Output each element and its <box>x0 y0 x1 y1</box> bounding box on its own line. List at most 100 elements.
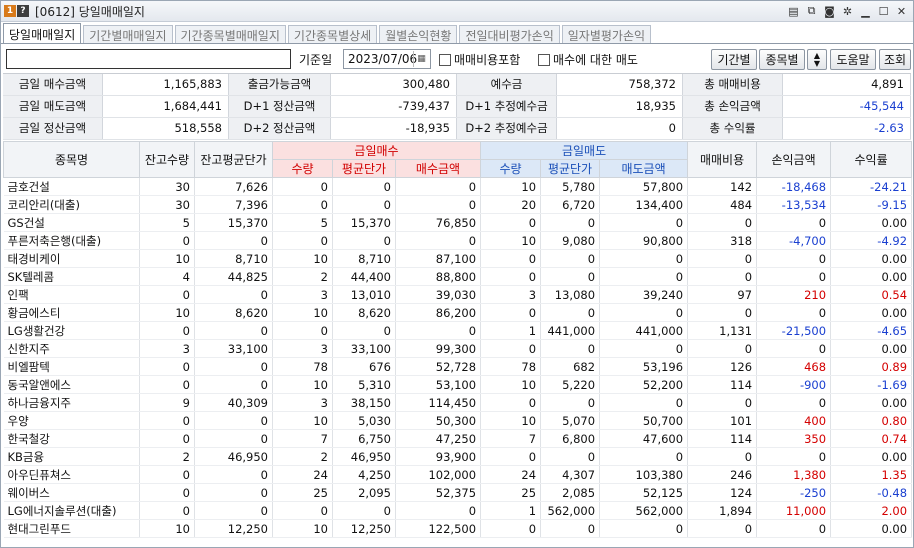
summary-panel: 금일 매수금액 1,165,883 출금가능금액 300,480 예수금 758… <box>3 73 911 140</box>
cell-pnl: 0 <box>756 393 832 412</box>
cell-fee: 114 <box>687 375 758 394</box>
trade-table: 종목명 잔고수량 잔고평균단가 금일매수 금일매도 매매비용 손익금액 수익률 … <box>3 141 913 538</box>
cell-name: 코리안리(대출) <box>3 195 140 214</box>
cell-name: 한국철강 <box>3 429 140 448</box>
cell-buy-avg: 676 <box>332 357 396 376</box>
sell-for-buy-label: 매수에 대한 매도 <box>553 53 638 67</box>
cell-sell-avg: 682 <box>540 357 601 376</box>
table-row[interactable]: 푸른저축은행(대출) 0 0 0 0 0 10 9,080 90,800 318 -4,700 -4.… <box>3 231 913 250</box>
date-field[interactable]: 2023/07/06 ▦ <box>343 49 431 69</box>
tab-period-item-detail[interactable]: 기간종목별상세 <box>287 25 378 44</box>
summary-value: 18,935 <box>557 96 683 117</box>
col-pnl[interactable]: 손익금액 <box>756 141 832 178</box>
cell-fee: 124 <box>687 483 758 502</box>
cell-sell-avg: 6,720 <box>540 195 601 214</box>
settings-icon[interactable]: ✲ <box>840 3 855 19</box>
col-sell-amt[interactable]: 매도금액 <box>599 159 689 178</box>
tab-monthly-pnl[interactable]: 월별손익현황 <box>379 25 458 44</box>
cell-sell-qty: 10 <box>480 411 542 430</box>
table-row[interactable]: 한국철강 0 0 7 6,750 47,250 7 6,800 47,600 114 350 0.74 <box>3 429 913 448</box>
account-input[interactable] <box>6 49 291 69</box>
cell-buy-qty: 10 <box>272 249 333 268</box>
cell-fee: 484 <box>687 195 758 214</box>
sell-for-buy-checkbox[interactable]: 매수에 대한 매도 <box>538 51 638 68</box>
table-row[interactable]: LG생활건강 0 0 0 0 0 1 441,000 441,000 1,131 -21,500 -4… <box>3 321 913 340</box>
cell-sell-amt: 103,380 <box>599 465 689 484</box>
cell-buy-amt: 88,800 <box>395 267 482 286</box>
col-rate[interactable]: 수익률 <box>830 141 913 178</box>
col-hold-avg[interactable]: 잔고평균단가 <box>194 141 273 178</box>
col-sell-qty[interactable]: 수량 <box>480 159 542 178</box>
cell-sell-avg: 5,070 <box>540 411 601 430</box>
summary-row: 금일 매수금액 1,165,883 출금가능금액 300,480 예수금 758… <box>3 74 911 96</box>
help-badge[interactable]: ? <box>17 5 29 17</box>
table-row[interactable]: 동국알앤에스 0 0 10 5,310 53,100 10 5,220 52,200 114 -90… <box>3 375 913 394</box>
table-row[interactable]: 태경비케이 10 8,710 10 8,710 87,100 0 0 0 0 0 0.00 <box>3 249 913 268</box>
cell-fee: 0 <box>687 447 758 466</box>
table-row[interactable]: 비엘팜텍 0 0 78 676 52,728 78 682 53,196 126 468 0.89 <box>3 357 913 376</box>
table-row[interactable]: 우양 0 0 10 5,030 50,300 10 5,070 50,700 101 400 0.80 <box>3 411 913 430</box>
cell-sell-qty: 10 <box>480 375 542 394</box>
col-buy-qty[interactable]: 수량 <box>272 159 333 178</box>
table-row[interactable]: GS건설 5 15,370 5 15,370 76,850 0 0 0 0 0 0.00 <box>3 213 913 232</box>
table-row[interactable]: 금호건설 30 7,626 0 0 0 10 5,780 57,800 142 -18,468 -24… <box>3 177 913 196</box>
calendar-icon[interactable]: ▦ <box>413 51 429 67</box>
cell-hold-avg: 0 <box>194 321 273 340</box>
col-hold-qty[interactable]: 잔고수량 <box>139 141 195 178</box>
camera-icon[interactable]: ◙ <box>822 3 837 19</box>
maximize-icon[interactable]: ☐ <box>876 3 891 19</box>
table-row[interactable]: 현대그린푸드 10 12,250 10 12,250 122,500 0 0 0 0 0 0.00 <box>3 519 913 538</box>
memo-icon[interactable]: ▤ <box>786 3 801 19</box>
checkbox-box[interactable] <box>538 53 550 66</box>
cell-fee: 1,131 <box>687 321 758 340</box>
include-fee-checkbox[interactable]: 매매비용포함 <box>439 51 520 68</box>
item-button[interactable]: 종목별 <box>759 49 805 70</box>
tab-period-item-journal[interactable]: 기간종목별매매일지 <box>174 25 286 44</box>
window-number-badge[interactable]: 1 <box>4 5 16 17</box>
col-name[interactable]: 종목명 <box>3 141 140 178</box>
tab-daily-journal[interactable]: 당일매매일지 <box>3 23 82 44</box>
query-button[interactable]: 조회 <box>879 49 911 70</box>
table-row[interactable]: 황금에스티 10 8,620 10 8,620 86,200 0 0 0 0 0 0.00 <box>3 303 913 322</box>
updown-spinner-icon[interactable]: ▲ ▼ <box>807 49 827 70</box>
cell-hold-qty: 0 <box>139 411 195 430</box>
cell-hold-avg: 7,396 <box>194 195 273 214</box>
period-button[interactable]: 기간별 <box>711 49 757 70</box>
cell-sell-qty: 0 <box>480 339 542 358</box>
minimize-icon[interactable]: ▁ <box>858 3 873 19</box>
table-row[interactable]: 코리안리(대출) 30 7,396 0 0 0 20 6,720 134,400 484 -13,5… <box>3 195 913 214</box>
col-buy-avg[interactable]: 평균단가 <box>332 159 396 178</box>
cell-sell-qty: 10 <box>480 231 542 250</box>
col-buy-amt[interactable]: 매수금액 <box>394 159 482 178</box>
table-row[interactable]: SK텔레콤 4 44,825 2 44,400 88,800 0 0 0 0 0 0.00 <box>3 267 913 286</box>
table-row[interactable]: 웨이버스 0 0 25 2,095 52,375 25 2,085 52,125 124 -250-… <box>3 483 913 502</box>
help-button[interactable]: 도움말 <box>830 49 876 70</box>
cell-buy-avg: 12,250 <box>332 519 396 538</box>
cell-name: LG에너지솔루션(대출) <box>3 501 140 520</box>
table-row[interactable]: KB금융 2 46,950 2 46,950 93,900 0 0 0 0 0 0.00 <box>3 447 913 466</box>
tab-prev-day-pnl[interactable]: 전일대비평가손익 <box>459 25 560 44</box>
cell-buy-qty: 3 <box>272 285 333 304</box>
tab-daily-valuation[interactable]: 일자별평가손익 <box>561 25 652 44</box>
cell-buy-amt: 102,000 <box>395 465 482 484</box>
link-icon[interactable]: ⧉ <box>804 3 819 19</box>
cell-pnl: 0 <box>756 249 832 268</box>
close-icon[interactable]: ✕ <box>894 3 909 19</box>
col-group-buy: 금일매수 <box>271 141 482 160</box>
col-fee[interactable]: 매매비용 <box>687 141 758 178</box>
table-row[interactable]: 아우딘퓨쳐스 0 0 24 4,250 102,000 24 4,307 103,380 246 1… <box>3 465 913 484</box>
cell-hold-avg: 0 <box>194 501 273 520</box>
cell-buy-avg: 15,370 <box>332 213 396 232</box>
checkbox-box[interactable] <box>439 53 451 66</box>
tab-period-journal[interactable]: 기간별매매일지 <box>83 25 173 44</box>
cell-buy-amt: 47,250 <box>395 429 482 448</box>
cell-buy-qty: 0 <box>272 177 333 196</box>
table-row[interactable]: 인팩 0 0 3 13,010 39,030 3 13,080 39,240 97 210 0.54 <box>3 285 913 304</box>
table-row[interactable]: 하나금융지주 9 40,309 3 38,150 114,450 0 0 0 0 0 0.00 <box>3 393 913 412</box>
cell-sell-amt: 0 <box>599 249 689 268</box>
table-row[interactable]: 신한지주 3 33,100 3 33,100 99,300 0 0 0 0 0 0.00 <box>3 339 913 358</box>
table-row[interactable]: LG에너지솔루션(대출) 0 0 0 0 0 1 562,000 562,000 1,894 11,… <box>3 501 913 520</box>
col-sell-avg[interactable]: 평균단가 <box>540 159 601 178</box>
cell-rate: 2.00 <box>830 501 913 520</box>
cell-buy-amt: 0 <box>395 501 482 520</box>
